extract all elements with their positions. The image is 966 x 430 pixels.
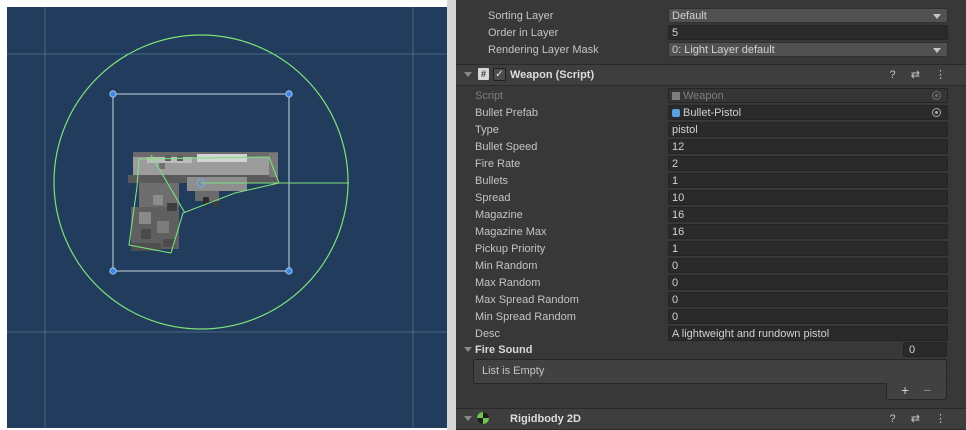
rigidbody-component-title: Rigidbody 2D <box>510 413 581 425</box>
magazine-label: Magazine <box>475 209 523 221</box>
fold-arrow-icon[interactable] <box>464 72 472 77</box>
order-in-layer-field[interactable]: 5 <box>668 25 948 40</box>
bullets-row: Bullets 1 <box>456 173 966 190</box>
bullet-speed-label: Bullet Speed <box>475 141 538 153</box>
pickup-priority-label: Pickup Priority <box>475 243 546 255</box>
list-empty-text: List is Empty <box>482 365 545 377</box>
fire-sound-row[interactable]: Fire Sound <box>456 342 966 359</box>
order-in-layer-row: Order in Layer 5 <box>456 25 966 42</box>
max-spread-random-label: Max Spread Random <box>475 294 579 306</box>
max-random-label: Max Random <box>475 277 541 289</box>
script-label: Script <box>475 90 504 102</box>
type-label: Type <box>475 124 499 136</box>
rigidbody-2d-icon <box>477 412 489 424</box>
max-spread-random-row: Max Spread Random 0 <box>456 292 966 309</box>
sorting-layer-dropdown[interactable]: Default <box>668 8 948 23</box>
sorting-layer-label: Sorting Layer <box>488 10 554 22</box>
resize-handle[interactable] <box>285 90 293 98</box>
desc-field[interactable]: A lightweight and rundown pistol <box>668 326 948 341</box>
fire-rate-row: Fire Rate 2 <box>456 156 966 173</box>
component-header-icons[interactable]: ? ⇄ ⋮ <box>890 412 952 425</box>
resize-handle[interactable] <box>285 267 293 275</box>
weapon-component-header[interactable]: # ✓ Weapon (Script) ? ⇄ ⋮ <box>456 64 966 86</box>
desc-row: Desc A lightweight and rundown pistol <box>456 326 966 343</box>
weapon-component-title: Weapon (Script) <box>510 69 595 81</box>
max-random-row: Max Random 0 <box>456 275 966 292</box>
min-spread-random-label: Min Spread Random <box>475 311 576 323</box>
magazine-row: Magazine 16 <box>456 207 966 224</box>
scene-view[interactable] <box>7 7 447 428</box>
fire-sound-size-field[interactable]: 0 <box>903 342 947 357</box>
fold-arrow-icon[interactable] <box>464 347 472 352</box>
min-random-field[interactable]: 0 <box>668 258 948 273</box>
spread-row: Spread 10 <box>456 190 966 207</box>
script-file-icon <box>672 92 680 100</box>
type-field[interactable]: pistol <box>668 122 948 137</box>
sorting-layer-row: Sorting Layer Default <box>456 8 966 25</box>
min-random-row: Min Random 0 <box>456 258 966 275</box>
component-header-icons[interactable]: ? ⇄ ⋮ <box>890 68 952 81</box>
bullet-prefab-label: Bullet Prefab <box>475 107 538 119</box>
inspector-panel: Sorting Layer Default Order in Layer 5 R… <box>456 0 966 430</box>
pistol-sprite[interactable] <box>128 152 278 251</box>
scene-canvas[interactable] <box>7 7 447 428</box>
script-value: Weapon <box>683 90 724 102</box>
resize-handle[interactable] <box>109 267 117 275</box>
object-picker-icon[interactable] <box>932 108 941 117</box>
list-add-button[interactable]: + <box>901 382 909 398</box>
list-footer: + − <box>886 382 947 400</box>
resize-handle[interactable] <box>109 90 117 98</box>
spread-field[interactable]: 10 <box>668 190 948 205</box>
max-spread-random-field[interactable]: 0 <box>668 292 948 307</box>
object-picker-icon <box>932 91 941 100</box>
magazine-max-field[interactable]: 16 <box>668 224 948 239</box>
magazine-max-row: Magazine Max 16 <box>456 224 966 241</box>
desc-label: Desc <box>475 328 501 340</box>
magazine-max-label: Magazine Max <box>475 226 547 238</box>
rigidbody-component-header[interactable]: Rigidbody 2D ? ⇄ ⋮ <box>456 408 966 430</box>
min-spread-random-row: Min Spread Random 0 <box>456 309 966 326</box>
bullet-prefab-field[interactable]: Bullet-Pistol <box>668 105 948 120</box>
max-random-field[interactable]: 0 <box>668 275 948 290</box>
magazine-field[interactable]: 16 <box>668 207 948 222</box>
fire-sound-list: List is Empty <box>473 359 947 384</box>
fire-rate-label: Fire Rate <box>475 158 521 170</box>
bullet-speed-row: Bullet Speed 12 <box>456 139 966 156</box>
order-in-layer-label: Order in Layer <box>488 27 559 39</box>
min-random-label: Min Random <box>475 260 538 272</box>
bullet-prefab-row: Bullet Prefab Bullet-Pistol <box>456 105 966 122</box>
fold-arrow-icon[interactable] <box>464 416 472 421</box>
pickup-priority-row: Pickup Priority 1 <box>456 241 966 258</box>
prefab-icon <box>672 109 680 117</box>
list-remove-button[interactable]: − <box>923 382 931 398</box>
pickup-priority-field[interactable]: 1 <box>668 241 948 256</box>
rendering-layer-mask-row: Rendering Layer Mask 0: Light Layer defa… <box>456 42 966 59</box>
bullets-field[interactable]: 1 <box>668 173 948 188</box>
bullet-speed-field[interactable]: 12 <box>668 139 948 154</box>
script-object-field: Weapon <box>668 88 948 103</box>
spread-label: Spread <box>475 192 511 204</box>
script-row: Script Weapon <box>456 88 966 105</box>
script-icon: # <box>478 68 489 80</box>
fire-sound-label: Fire Sound <box>475 344 533 356</box>
rendering-layer-mask-label: Rendering Layer Mask <box>488 44 599 56</box>
panel-divider[interactable] <box>447 0 456 430</box>
type-row: Type pistol <box>456 122 966 139</box>
weapon-enabled-checkbox[interactable]: ✓ <box>493 68 506 81</box>
min-spread-random-field[interactable]: 0 <box>668 309 948 324</box>
fire-rate-field[interactable]: 2 <box>668 156 948 171</box>
bullet-prefab-value: Bullet-Pistol <box>683 107 742 119</box>
bullets-label: Bullets <box>475 175 509 187</box>
rendering-layer-mask-dropdown[interactable]: 0: Light Layer default <box>668 42 948 57</box>
